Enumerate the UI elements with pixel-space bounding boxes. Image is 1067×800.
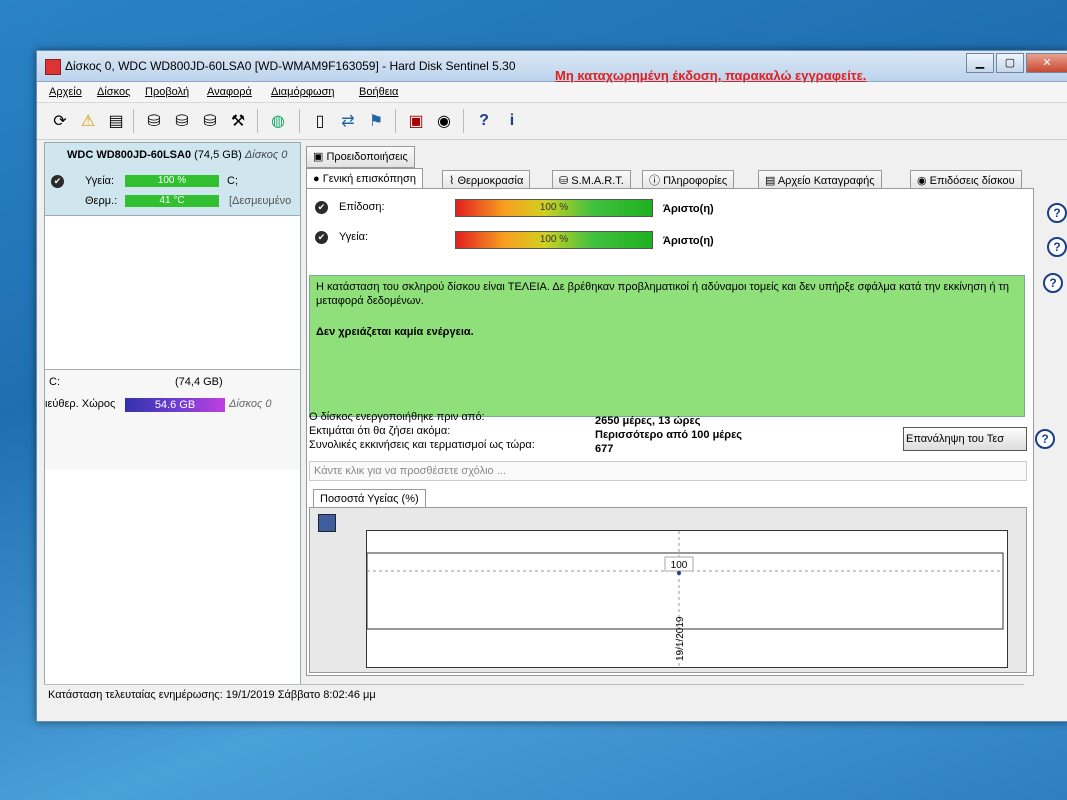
point-label: 100	[671, 560, 688, 571]
free-space-label: ιεύθερ. Χώρος	[45, 398, 116, 410]
log-icon: ▤	[765, 175, 778, 187]
chart-tab-health[interactable]: Ποσοστά Υγείας (%)	[313, 489, 426, 508]
health-help-icon[interactable]: ?	[1047, 237, 1067, 257]
app-icon	[45, 59, 61, 75]
disk-info-icon[interactable]: ▤	[103, 108, 129, 134]
health-bar: 100 %	[125, 175, 219, 187]
status-bar: Κατάσταση τελευταίας ενημέρωσης: 19/1/20…	[44, 684, 1024, 705]
tab-smart-label: S.M.A.R.T.	[571, 175, 624, 187]
starts-label: Συνολικές εκκινήσεις και τερματισμοί ως …	[309, 439, 535, 451]
tools-icon[interactable]: ⚒	[225, 108, 251, 134]
tab-log-label: Αρχείο Καταγραφής	[777, 175, 875, 187]
performance-help-icon[interactable]: ?	[1047, 203, 1067, 223]
partition-letter: C:	[49, 376, 60, 388]
comment-field[interactable]: Κάντε κλικ για να προσθέσετε σχόλιο ...	[309, 461, 1027, 481]
menu-help[interactable]: Βοήθεια	[359, 86, 398, 98]
health-drive: C;	[227, 175, 238, 187]
plot-background	[367, 531, 1007, 667]
health-label-main: Υγεία:	[339, 231, 369, 243]
tab-warnings-label: Προειδοποιήσεις	[326, 151, 408, 163]
repeat-test-button[interactable]: Επανάληψη του Τεσ	[903, 427, 1027, 451]
menu-bar: Αρχείο Δίσκος Προβολή Αναφορά Διαμόρφωση…	[37, 82, 1067, 103]
health-ok-icon-main: ✔	[315, 231, 328, 244]
close-button[interactable]: ✕	[1026, 53, 1067, 73]
partition-entry[interactable]: C: (74,4 GB) ιεύθερ. Χώρος 54.6 GB Δίσκο…	[45, 369, 300, 470]
network-icon[interactable]: ⚑	[363, 108, 389, 134]
title-bar[interactable]: Δίσκος 0, WDC WD800JD-60LSA0 [WD-WMAM9F1…	[37, 51, 1067, 82]
health-bar-main: 100 %	[455, 231, 653, 249]
registration-notice[interactable]: Μη καταχωρημένη έκδοση, παρακαλώ εγγραφε…	[555, 68, 866, 83]
performance-label: Επίδοση:	[339, 201, 385, 213]
powered-on-label: Ο δίσκος ενεργοποιήθηκε πριν από:	[309, 411, 485, 423]
free-space-bar: 54.6 GB	[125, 398, 225, 412]
chart-panel: 100 100 19/1/2019	[309, 507, 1027, 673]
tab-temperature-label: Θερμοκρασία	[457, 175, 524, 187]
surface-test-icon[interactable]: ⛁	[169, 108, 195, 134]
status-help-icon[interactable]: ?	[1043, 273, 1063, 293]
temp-label: Θερμ.:	[85, 195, 118, 207]
save-icon[interactable]	[318, 514, 336, 532]
menu-disk[interactable]: Δίσκος	[97, 86, 130, 98]
temp-bar: 41 °C	[125, 195, 219, 207]
health-rating: Άριστο(η)	[663, 235, 714, 247]
menu-file[interactable]: Αρχείο	[49, 86, 82, 98]
maximize-button[interactable]: ▢	[996, 53, 1024, 73]
monitor-icon[interactable]: ▣	[403, 108, 429, 134]
disk-test-icon[interactable]: ⛁	[141, 108, 167, 134]
action-text: Δεν χρειάζεται καμία ενέργεια.	[316, 326, 474, 338]
speaker-icon[interactable]: ◉	[431, 108, 457, 134]
minimize-button[interactable]: ▁	[966, 53, 994, 73]
menu-configuration[interactable]: Διαμόρφωση	[271, 86, 335, 98]
health-chart: 100 100 19/1/2019	[366, 530, 1008, 668]
overview-icon: ●	[313, 173, 323, 185]
status-message-box: Η κατάσταση του σκληρού δίσκου είναι ΤΕΛ…	[309, 275, 1025, 417]
tab-warnings[interactable]: ▣ Προειδοποιήσεις	[306, 146, 415, 168]
menu-view[interactable]: Προβολή	[145, 86, 189, 98]
tab-information-label: Πληροφορίες	[663, 175, 728, 187]
disk-size: (74,5 GB)	[194, 149, 242, 161]
health-label: Υγεία:	[85, 175, 115, 187]
temp-note: [Δεσμευμένο	[229, 195, 292, 207]
report-icon[interactable]: ▯	[307, 108, 333, 134]
globe-icon[interactable]: ◍	[265, 108, 291, 134]
performance-ok-icon: ✔	[315, 201, 328, 214]
refresh-icon[interactable]: ⟳	[47, 108, 73, 134]
lifetime-value: Περισσότερο από 100 μέρες	[595, 429, 743, 441]
disk-list-pane: WDC WD800JD-60LSA0 (74,5 GB) Δίσκος 0 ✔ …	[44, 142, 301, 692]
overview-panel: ✔ Επίδοση: 100 % Άριστο(η) ? ✔ Υγεία: 10…	[306, 188, 1067, 676]
about-icon[interactable]: i	[499, 108, 525, 134]
warnings-icon: ▣	[313, 151, 327, 163]
partition-size: (74,4 GB)	[175, 376, 223, 388]
repeat-help-icon[interactable]: ?	[1035, 429, 1055, 449]
status-bar-text: Κατάσταση τελευταίας ενημέρωσης: 19/1/20…	[48, 689, 376, 701]
powered-on-value: 2650 μέρες, 13 ώρες	[595, 415, 701, 427]
warning-icon[interactable]: ⚠	[75, 108, 101, 134]
x-tick-label: 19/1/2019	[675, 616, 686, 661]
starts-value: 677	[595, 443, 614, 455]
performance-bar: 100 %	[455, 199, 653, 217]
performance-rating: Άριστο(η)	[663, 203, 714, 215]
lifetime-label: Εκτιμάται ότι θα ζήσει ακόμα:	[309, 425, 451, 437]
sync-icon[interactable]: ⇄	[335, 108, 361, 134]
disk-title: WDC WD800JD-60LSA0 (74,5 GB) Δίσκος 0	[67, 149, 287, 161]
tab-overview[interactable]: ● Γενική επισκόπηση	[306, 168, 423, 190]
toolbar: ⟳ ⚠ ▤ ⛁ ⛁ ⛁ ⚒ ◍ ▯ ⇄ ⚑ ▣ ◉ ? i	[37, 103, 1067, 140]
performance-icon: ◉	[917, 175, 930, 187]
smart-test-icon[interactable]: ⛁	[197, 108, 223, 134]
info-icon: ⓘ	[649, 175, 664, 187]
health-ok-icon: ✔	[51, 175, 64, 188]
window-title: Δίσκος 0, WDC WD800JD-60LSA0 [WD-WMAM9F1…	[65, 59, 516, 73]
tab-overview-label: Γενική επισκόπηση	[322, 173, 416, 185]
main-pane: ▣ Προειδοποιήσεις ● Γενική επισκόπηση ⌇ …	[302, 142, 1067, 690]
disk-index: Δίσκος 0	[244, 149, 288, 161]
status-text: Η κατάσταση του σκληρού δίσκου είναι ΤΕΛ…	[316, 281, 1010, 307]
free-space-disk: Δίσκος 0	[229, 398, 272, 410]
data-point	[677, 571, 681, 575]
smart-icon: ⛁	[559, 175, 572, 187]
help-icon[interactable]: ?	[471, 108, 497, 134]
tab-performance-label: Επιδόσεις δίσκου	[929, 175, 1015, 187]
menu-report[interactable]: Αναφορά	[207, 86, 252, 98]
disk-entry[interactable]: WDC WD800JD-60LSA0 (74,5 GB) Δίσκος 0 ✔ …	[45, 143, 300, 216]
disk-name: WDC WD800JD-60LSA0	[67, 149, 192, 161]
